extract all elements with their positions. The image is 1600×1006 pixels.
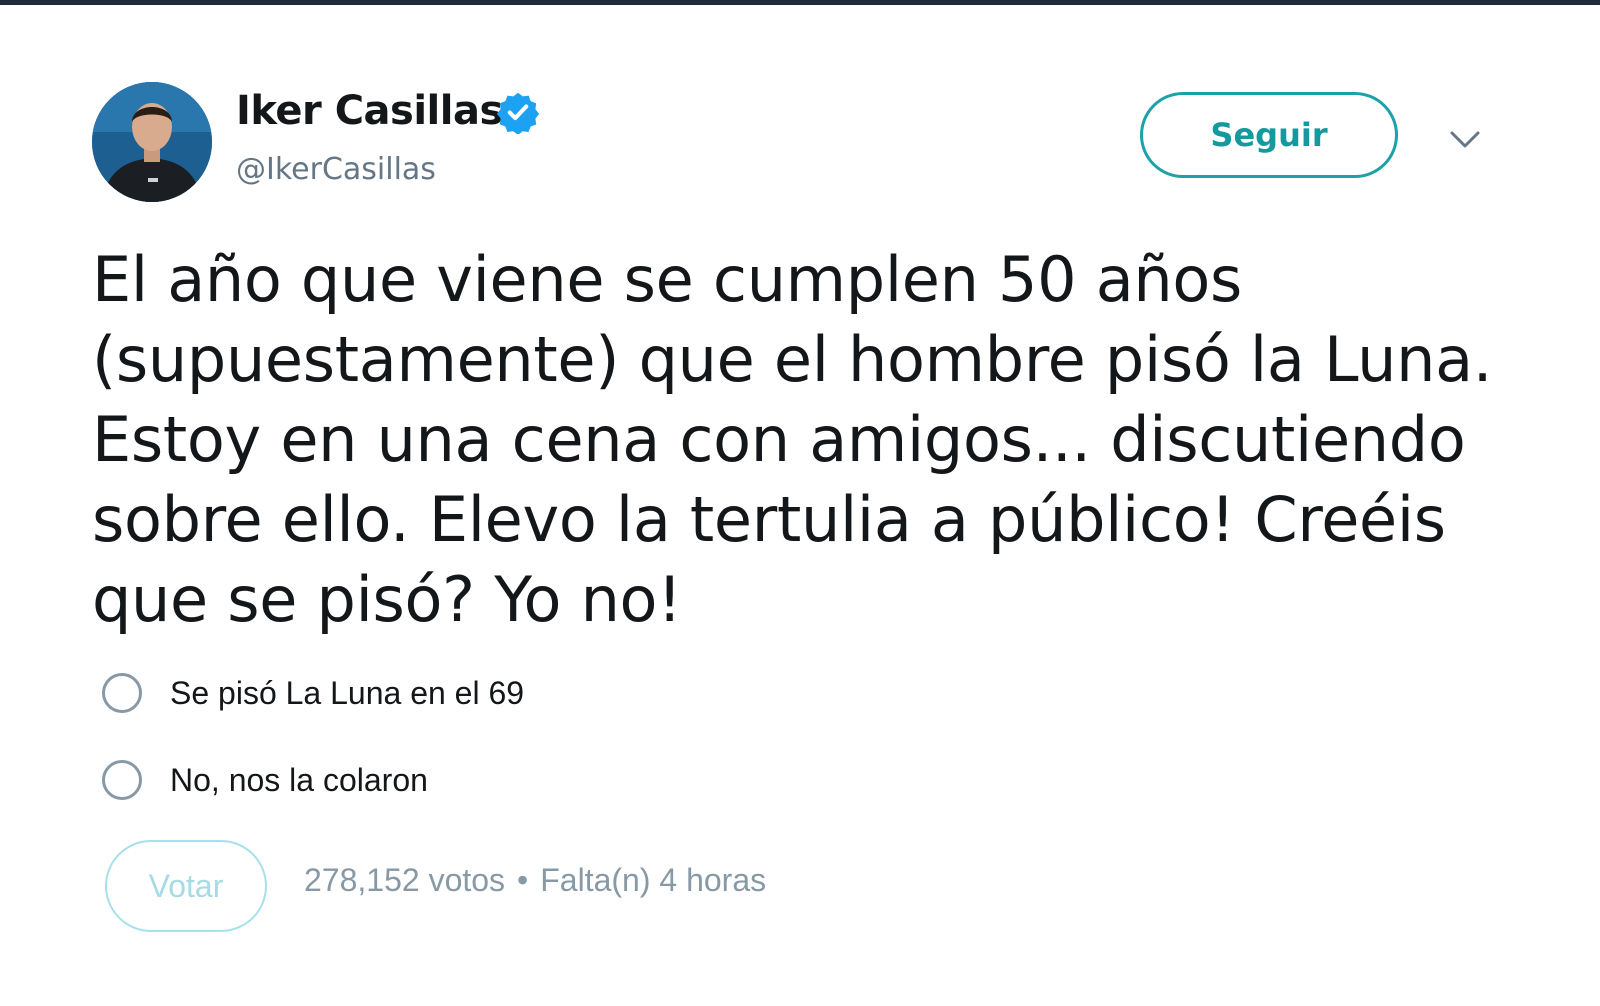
vote-count: 278,152 votos <box>304 862 506 898</box>
chevron-down-icon[interactable] <box>1446 124 1484 154</box>
verified-badge-icon <box>496 92 540 134</box>
poll-option-2[interactable]: No, nos la colaron <box>102 755 428 805</box>
separator-dot: • <box>517 862 529 898</box>
radio-button[interactable] <box>102 673 142 713</box>
poll-meta: 278,152 votos • Falta(n) 4 horas <box>304 862 766 899</box>
poll-option-1[interactable]: Se pisó La Luna en el 69 <box>102 668 524 718</box>
avatar[interactable] <box>92 82 212 202</box>
tweet-card: Iker Casillas @IkerCasillas Seguir El añ… <box>0 0 1600 1006</box>
poll-option-label: No, nos la colaron <box>170 761 428 798</box>
poll-option-label: Se pisó La Luna en el 69 <box>170 674 525 711</box>
author-name[interactable]: Iker Casillas <box>236 88 503 134</box>
avatar-image <box>92 82 212 202</box>
follow-button[interactable]: Seguir <box>1140 92 1398 178</box>
radio-button[interactable] <box>102 760 142 800</box>
tweet-text: El año que viene se cumplen 50 años (sup… <box>92 243 1493 636</box>
vote-button[interactable]: Votar <box>105 840 267 932</box>
author-handle[interactable]: @IkerCasillas <box>236 152 436 187</box>
time-remaining: Falta(n) 4 horas <box>540 862 767 898</box>
